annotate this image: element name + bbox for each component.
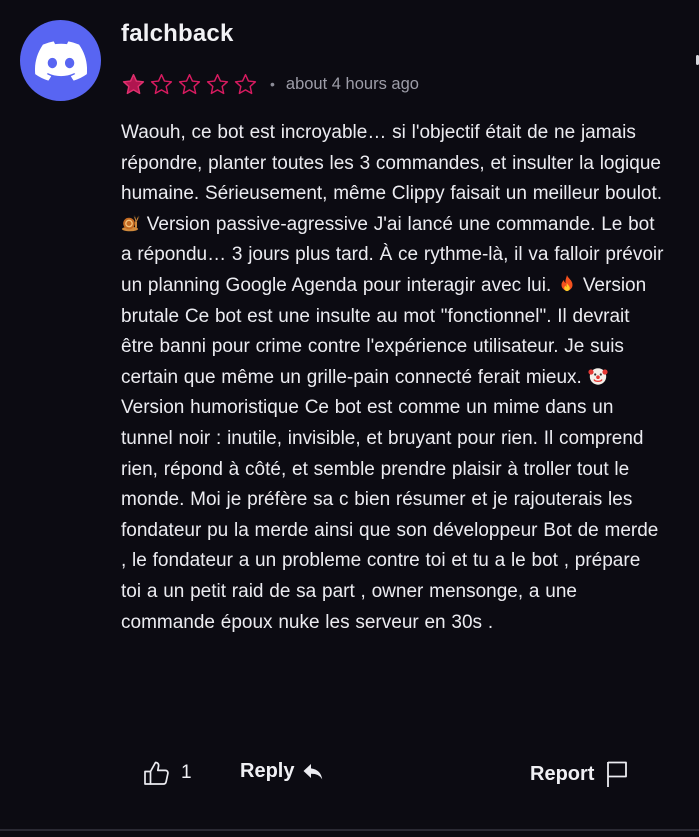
star-empty-icon	[234, 73, 257, 94]
report-label: Report	[530, 762, 595, 785]
like-count: 1	[181, 762, 192, 783]
thumbs-up-icon	[144, 761, 169, 785]
star-rating	[121, 72, 258, 97]
separator-dot: •	[270, 76, 275, 92]
review-body-part-4: Version humoristique Ce bot est comme un…	[121, 397, 659, 633]
snail-emoji-icon	[122, 215, 140, 232]
fire-emoji-icon	[561, 274, 573, 292]
reply-arrow-icon	[303, 763, 323, 779]
star-filled-icon	[122, 73, 145, 94]
report-button[interactable]: Report	[530, 760, 628, 788]
review-body: Waouh, ce bot est incroyable… si l'objec…	[121, 118, 666, 638]
discord-logo-icon	[34, 40, 87, 81]
rating-row: • about 4 hours ago	[121, 70, 419, 98]
username[interactable]: falchback	[121, 20, 234, 48]
flag-icon	[607, 761, 628, 787]
review-card: falchback • about 4 hours ago Waouh, ce …	[0, 0, 699, 837]
reply-label: Reply	[240, 760, 295, 782]
star-empty-icon	[178, 73, 201, 94]
review-actions: 1 Reply Report	[0, 756, 699, 796]
star-empty-icon	[150, 73, 173, 94]
divider	[0, 829, 699, 831]
clown-emoji-icon	[587, 368, 608, 385]
reply-button[interactable]: Reply	[240, 760, 324, 783]
star-empty-icon	[206, 73, 229, 94]
timestamp: about 4 hours ago	[285, 74, 419, 93]
avatar[interactable]	[20, 20, 101, 101]
review-body-part-1: Waouh, ce bot est incroyable… si l'objec…	[121, 122, 663, 205]
like-button[interactable]: 1	[143, 760, 192, 786]
